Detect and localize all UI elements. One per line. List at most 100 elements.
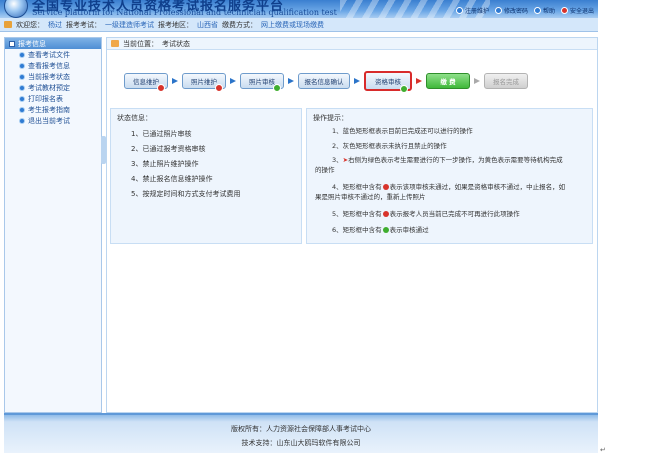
step-info-confirm[interactable]: 报名信息确认 <box>298 73 350 89</box>
tip-3: 3、➤右侧为绿色表示考生需要进行的下一步操作，为黄色表示需要等待机构完成 <box>332 156 590 165</box>
breadcrumb-label: 当前位置： <box>123 39 158 48</box>
main-content: 当前位置： 考试状态 信息维护 照片维护 照片审核 报名信息确认 资格审核 缴 … <box>106 37 598 413</box>
status-item: 1、已通过照片审核 <box>131 130 192 138</box>
help-link[interactable]: 帮助 <box>533 6 555 15</box>
sidebar: 报考信息 查看考试文件 查看报考信息 当前报考状态 考试教材预定 打印报名表 考… <box>4 37 102 413</box>
sidebar-item-label: 考生报考指南 <box>28 105 70 114</box>
status-item: 3、禁止照片维护操作 <box>131 160 199 168</box>
help-icon <box>533 7 541 14</box>
sidebar-item-label: 考试教材预定 <box>28 83 70 92</box>
sidebar-item-exam-files[interactable]: 查看考试文件 <box>5 49 101 60</box>
check-icon <box>400 85 408 93</box>
status-title: 状态信息： <box>117 114 152 122</box>
bullet-icon <box>19 62 25 69</box>
sidebar-item-current-status[interactable]: 当前报考状态 <box>5 71 101 82</box>
tip-text: 3、 <box>332 156 343 164</box>
user-info-bar: 欢迎您： 杨过 报考考试： 一级建造师考试 报考地区： 山西省 缴费方式： 网上… <box>0 18 598 32</box>
logo <box>4 0 28 18</box>
next-arrow-icon <box>416 78 422 84</box>
logout-icon <box>560 7 568 14</box>
paragraph-mark-icon: ↵ <box>600 446 606 454</box>
arrow-icon <box>474 78 480 84</box>
arrow-icon <box>288 78 294 84</box>
copyright-text: 版权所有：人力资源社会保障部人事考试中心 <box>231 425 371 433</box>
region-name: 山西省 <box>197 20 218 29</box>
tip-text: 4、矩形框中含有 <box>332 183 382 191</box>
tip-text: 表示报考人员当前已完成不可再进行此项操作 <box>389 210 520 218</box>
arrow-icon <box>230 78 236 84</box>
payment-method: 网上缴费或现场缴费 <box>261 20 324 29</box>
sidebar-item-view-info[interactable]: 查看报考信息 <box>5 60 101 71</box>
minus-box-icon <box>9 40 15 47</box>
process-flow: 信息维护 照片维护 照片审核 报名信息确认 资格审核 缴 费 报名完成 <box>124 71 528 93</box>
tips-title: 操作提示： <box>313 114 348 122</box>
step-label: 报名完成 <box>493 78 519 86</box>
step-payment[interactable]: 缴 费 <box>426 73 470 89</box>
support-text: 技术支持：山东山大鸥玛软件有限公司 <box>241 439 361 447</box>
bullet-icon <box>19 73 25 80</box>
sidebar-item-exit-exam[interactable]: 退出当前考试 <box>5 115 101 126</box>
sidebar-item-label: 打印报名表 <box>28 94 63 103</box>
step-info-maintain[interactable]: 信息维护 <box>124 73 168 92</box>
tip-4-cont: 果是照片审核不通过的，重新上传照片 <box>315 193 426 201</box>
bullet-icon <box>19 95 25 102</box>
change-password-link[interactable]: 修改密码 <box>494 6 528 15</box>
sidebar-item-label: 退出当前考试 <box>28 116 70 125</box>
status-panel: 状态信息： 1、已通过照片审核 2、已通过报考资格审核 3、禁止照片维护操作 4… <box>110 108 302 244</box>
exam-name: 一级建造师考试 <box>105 20 154 29</box>
breadcrumb: 当前位置： 考试状态 <box>107 38 597 50</box>
fail-icon <box>382 184 389 190</box>
tool-label: 帮助 <box>542 8 555 15</box>
tip-text: 表示该项审核未通过，如果是资格审核不通过，中止报名，如 <box>389 183 566 191</box>
step-label: 照片维护 <box>191 78 217 86</box>
tip-4: 4、矩形框中含有 表示该项审核未通过，如果是资格审核不通过，中止报名，如 <box>332 183 590 192</box>
step-complete: 报名完成 <box>484 73 528 89</box>
sidebar-item-textbook[interactable]: 考试教材预定 <box>5 82 101 93</box>
status-item: 2、已通过报考资格审核 <box>131 145 206 153</box>
check-icon <box>273 84 281 92</box>
minus-icon <box>382 211 389 217</box>
arrow-icon <box>172 78 178 84</box>
user-icon <box>4 21 12 28</box>
fail-icon <box>215 84 223 92</box>
sidebar-item-guide[interactable]: 考生报考指南 <box>5 104 101 115</box>
welcome-label: 欢迎您： <box>16 20 44 29</box>
tip-text: 6、矩形框中含有 <box>332 226 382 234</box>
tip-text: 表示审核通过 <box>389 226 429 234</box>
tip-text: 右侧为绿色表示考生需要进行的下一步操作，为黄色表示需要等待机构完成 <box>348 156 563 164</box>
step-photo-maintain[interactable]: 照片维护 <box>182 73 226 92</box>
exam-label: 报考考试： <box>66 20 101 29</box>
status-item: 5、按规定时间和方式支付考试费用 <box>131 190 241 198</box>
tip-6: 6、矩形框中含有 表示审核通过 <box>332 226 429 235</box>
key-icon <box>494 7 502 14</box>
user-icon <box>455 7 463 14</box>
payment-label: 缴费方式： <box>222 20 257 29</box>
footer: 版权所有：人力资源社会保障部人事考试中心 技术支持：山东山大鸥玛软件有限公司 <box>4 413 598 453</box>
sidebar-item-label: 当前报考状态 <box>28 72 70 81</box>
header-tools: 注册维护 修改密码 帮助 安全退出 <box>455 6 594 15</box>
user-name: 杨过 <box>48 20 62 29</box>
tip-text: 5、矩形框中含有 <box>332 210 382 218</box>
breadcrumb-current: 考试状态 <box>162 39 190 48</box>
home-icon <box>111 40 119 47</box>
step-label: 信息维护 <box>133 78 159 86</box>
step-photo-review[interactable]: 照片审核 <box>240 73 284 92</box>
step-label: 照片审核 <box>249 78 275 86</box>
arrow-icon <box>354 78 360 84</box>
tip-2: 2、灰色矩形框表示未执行且禁止的操作 <box>332 142 447 150</box>
header-banner: 全国专业技术人员资格考试报名服务平台 Service platform for … <box>0 0 598 18</box>
region-label: 报考地区： <box>158 20 193 29</box>
status-item: 4、禁止报名信息维护操作 <box>131 175 213 183</box>
sidebar-title: 报考信息 <box>5 38 101 49</box>
site-subtitle: Service platform for National Profession… <box>32 8 337 17</box>
step-qualification-review[interactable]: 资格审核 <box>364 71 412 93</box>
bullet-icon <box>19 84 25 91</box>
sidebar-item-label: 查看报考信息 <box>28 61 70 70</box>
sidebar-item-print-form[interactable]: 打印报名表 <box>5 93 101 104</box>
bullet-icon <box>19 106 25 113</box>
sidebar-title-label: 报考信息 <box>18 39 46 48</box>
tip-1: 1、蓝色矩形框表示目前已完成还可以进行的操作 <box>332 127 473 135</box>
bullet-icon <box>19 51 25 58</box>
logout-link[interactable]: 安全退出 <box>560 6 594 15</box>
register-maintain-link[interactable]: 注册维护 <box>455 6 489 15</box>
